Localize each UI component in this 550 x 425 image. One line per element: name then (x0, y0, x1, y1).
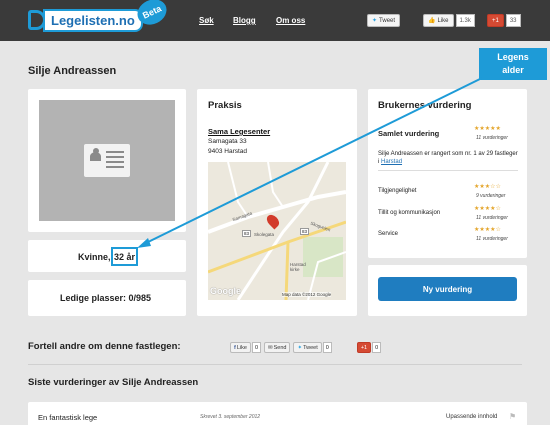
callout-arrow (137, 77, 483, 248)
